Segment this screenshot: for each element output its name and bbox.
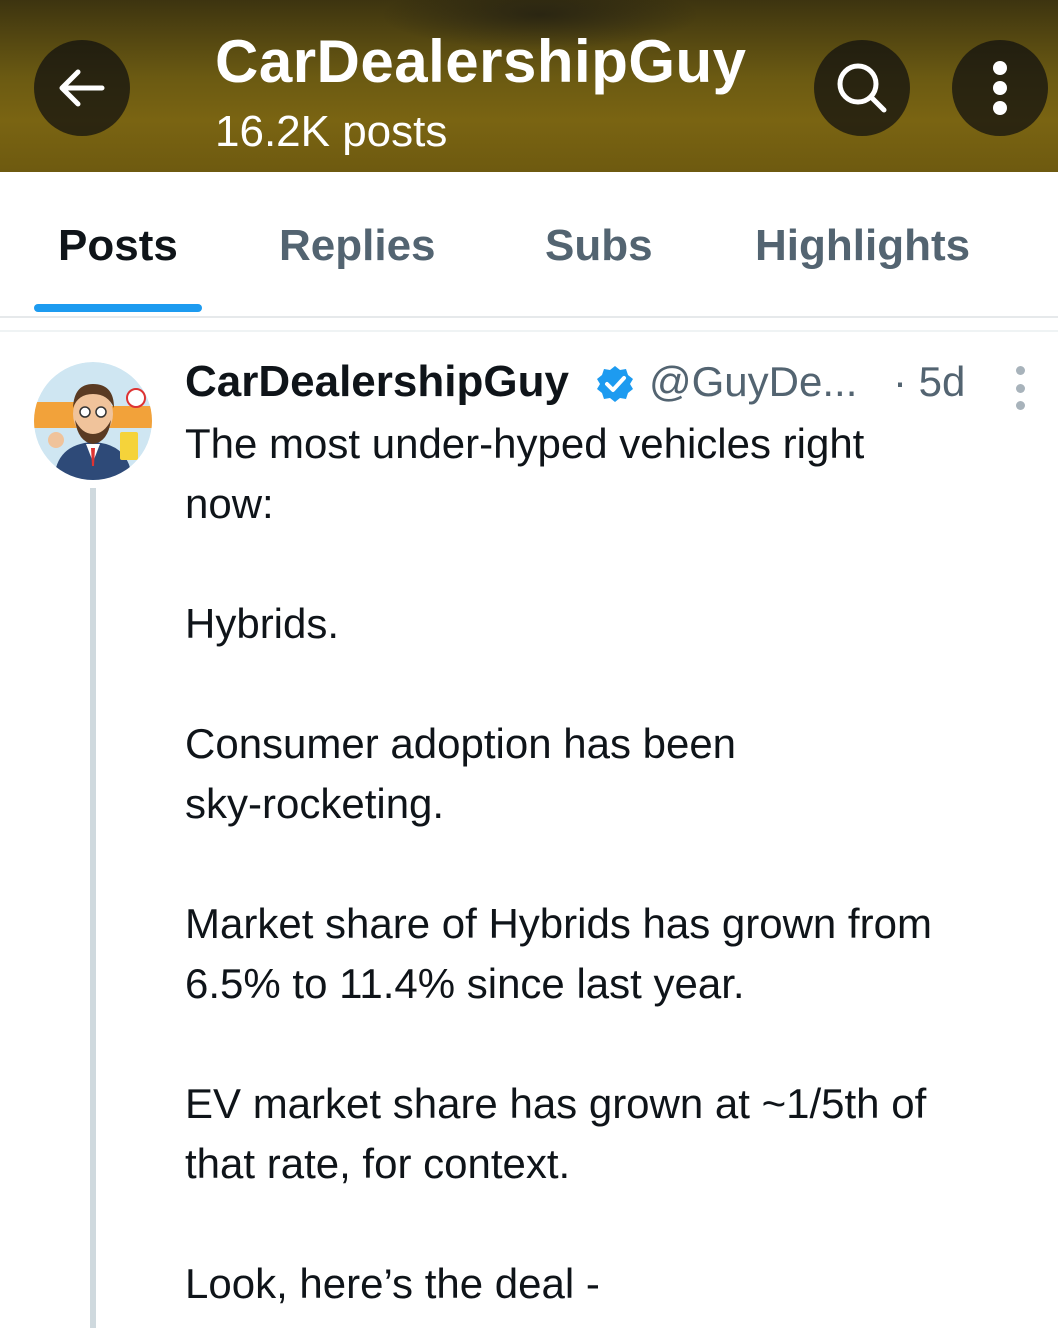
post-text-line: EV market share has grown at ~1/5th of	[185, 1080, 927, 1127]
tab-posts[interactable]: Posts	[58, 220, 178, 272]
profile-tabs: Posts Replies Subs Highlights	[0, 172, 1058, 318]
profile-title: CarDealershipGuy	[215, 28, 747, 95]
avatar-illustration	[34, 362, 152, 480]
tab-subs[interactable]: Subs	[545, 220, 653, 272]
post-text-line: Market share of Hybrids has grown from	[185, 900, 932, 947]
author-name[interactable]: CarDealershipGuy	[185, 356, 569, 408]
verified-badge-icon	[597, 366, 633, 402]
post-timestamp[interactable]: · 5d	[893, 356, 965, 408]
post-text-line: Consumer adoption has been	[185, 720, 737, 767]
more-options-button[interactable]	[952, 40, 1048, 136]
thread-line	[90, 488, 96, 1328]
author-handle[interactable]: @GuyDe...	[649, 356, 857, 408]
post-text-line: The most under-hyped vehicles right	[185, 420, 865, 467]
posts-count: 16.2K posts	[215, 107, 448, 156]
search-icon	[837, 63, 887, 113]
post-text-line: now:	[185, 480, 274, 527]
tab-highlights[interactable]: Highlights	[755, 220, 970, 272]
active-tab-indicator	[34, 304, 202, 312]
post-text-line: that rate, for context.	[185, 1140, 571, 1187]
post-text-line: Hybrids.	[185, 600, 340, 647]
divider	[0, 330, 1058, 332]
post-text-line: Look, here’s the deal -	[185, 1260, 600, 1307]
profile-header: CarDealershipGuy 16.2K posts	[0, 0, 1058, 172]
more-vertical-icon	[993, 61, 1007, 115]
post-text-line: 6.5% to 11.4% since last year.	[185, 960, 745, 1007]
arrow-left-icon	[59, 69, 105, 107]
post-header: CarDealershipGuy @GuyDe... · 5d	[185, 352, 1035, 412]
post-text-line: sky-rocketing.	[185, 780, 445, 827]
back-button[interactable]	[34, 40, 130, 136]
tab-replies[interactable]: Replies	[279, 220, 436, 272]
avatar[interactable]	[34, 362, 152, 480]
search-button[interactable]	[814, 40, 910, 136]
post-more-icon[interactable]	[1005, 366, 1035, 410]
